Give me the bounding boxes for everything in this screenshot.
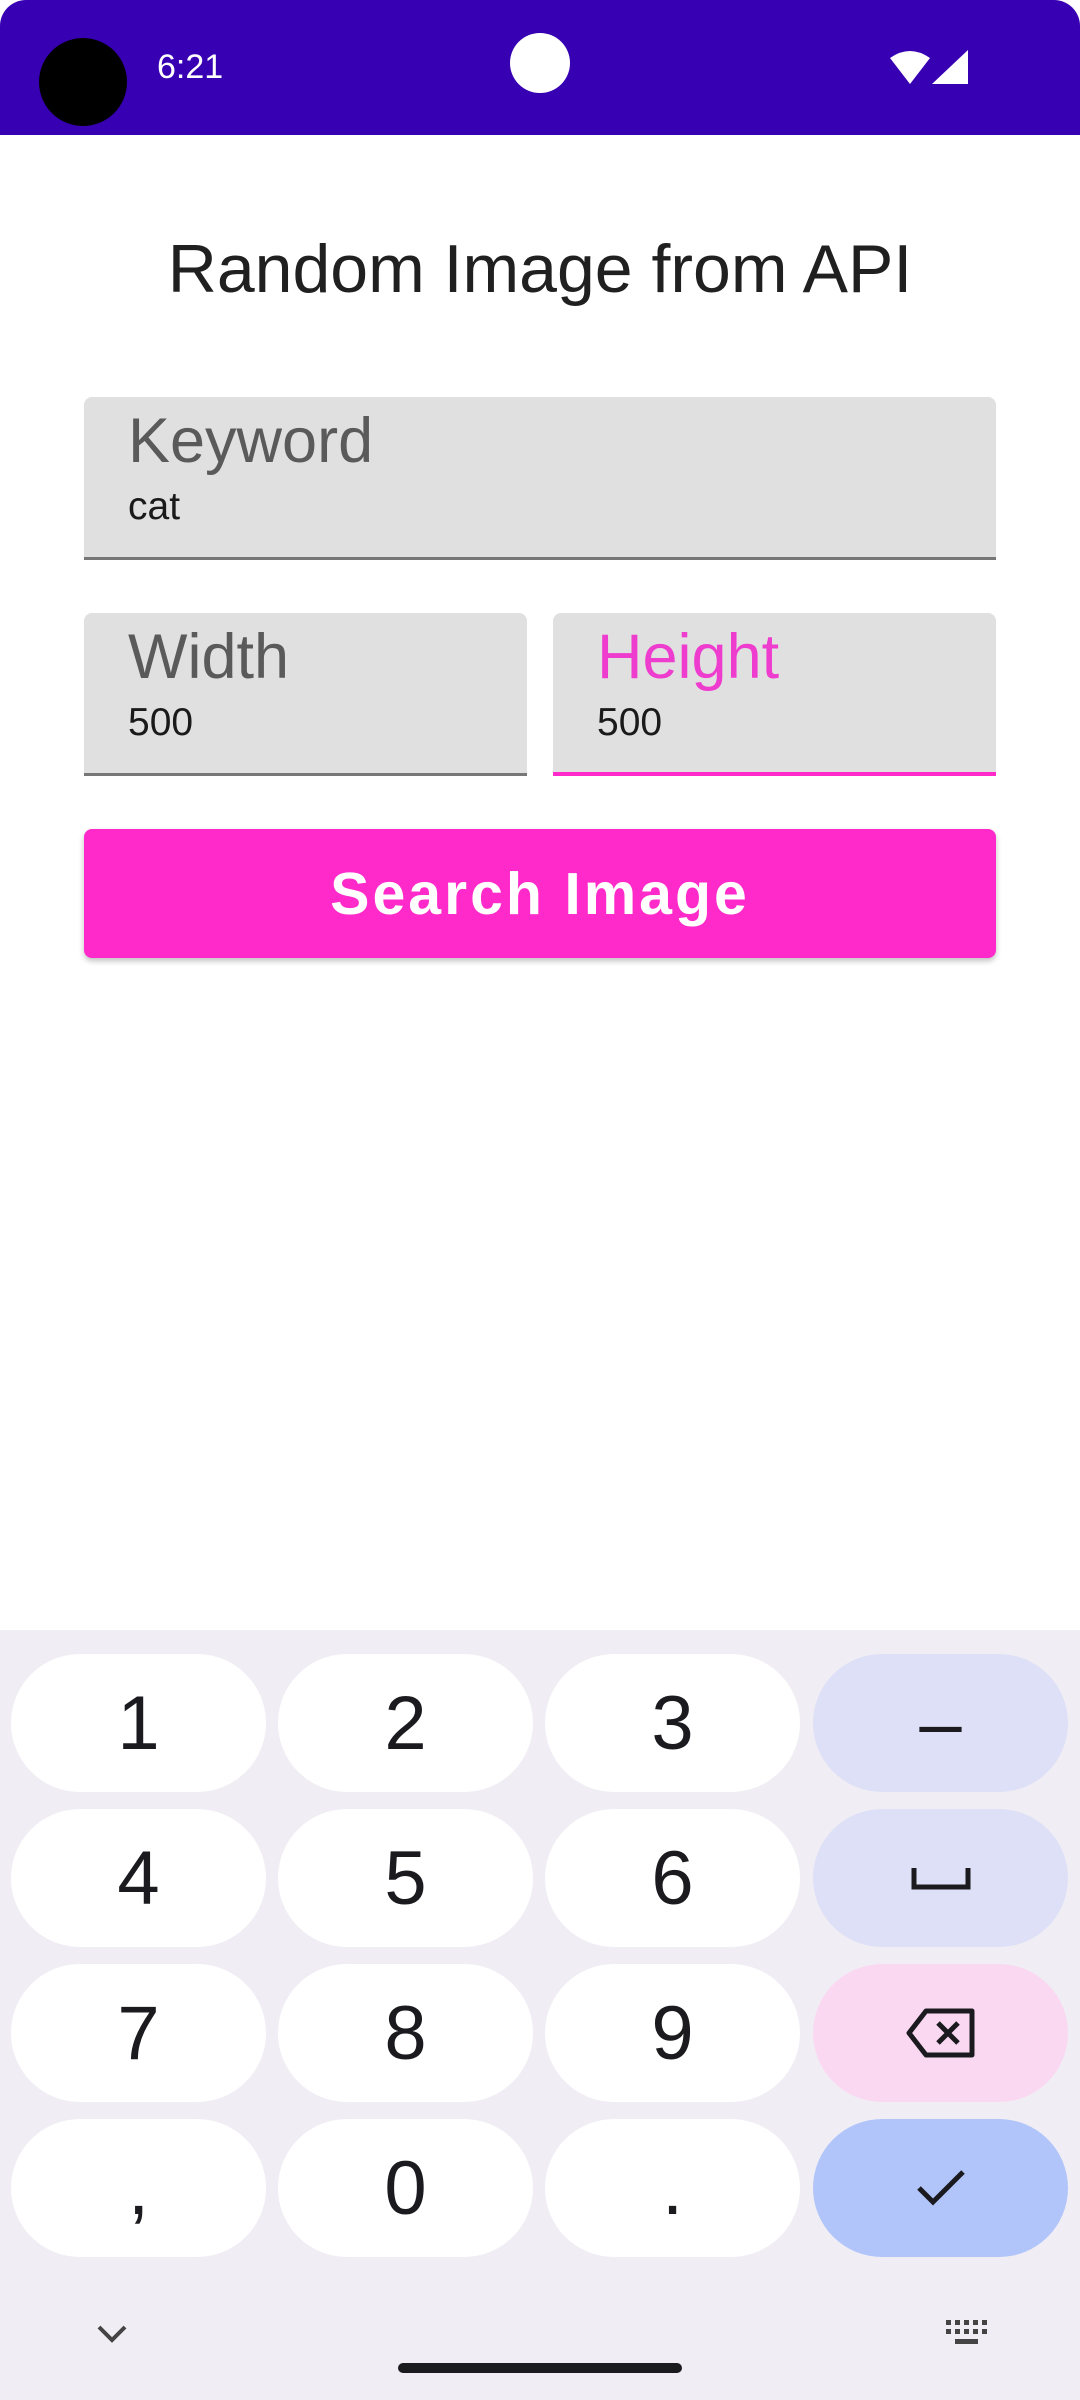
key-7[interactable]: 7 bbox=[11, 1964, 266, 2102]
key-3[interactable]: 3 bbox=[545, 1654, 800, 1792]
wifi-icon bbox=[890, 51, 930, 84]
keyboard-icon[interactable] bbox=[946, 2320, 990, 2348]
check-icon bbox=[916, 2170, 965, 2206]
space-icon bbox=[911, 1868, 970, 1890]
page-title: Random Image from API bbox=[167, 231, 913, 307]
signal-icon bbox=[932, 50, 968, 84]
keyword-input[interactable]: cat bbox=[128, 485, 428, 529]
key-backspace[interactable] bbox=[813, 1964, 1068, 2102]
key-4[interactable]: 4 bbox=[11, 1809, 266, 1947]
key-9[interactable]: 9 bbox=[545, 1964, 800, 2102]
key-comma[interactable]: , bbox=[11, 2119, 266, 2257]
key-2[interactable]: 2 bbox=[278, 1654, 533, 1792]
keyword-label: Keyword bbox=[128, 406, 374, 476]
key-8[interactable]: 8 bbox=[278, 1964, 533, 2102]
keyword-field[interactable]: Keyword cat bbox=[84, 397, 996, 560]
notification-dot-icon bbox=[510, 33, 570, 93]
backspace-icon bbox=[906, 2008, 974, 2058]
chevron-down-icon[interactable] bbox=[96, 2324, 128, 2344]
numeric-keyboard: 1 2 3 – 4 5 6 7 8 9 , 0 . bbox=[0, 1630, 1080, 2400]
home-indicator[interactable] bbox=[398, 2363, 682, 2373]
height-label: Height bbox=[597, 622, 780, 692]
search-image-button[interactable]: Search Image bbox=[84, 829, 996, 958]
width-label: Width bbox=[128, 622, 290, 692]
status-time: 6:21 bbox=[157, 48, 224, 86]
width-input[interactable]: 500 bbox=[128, 701, 428, 745]
height-input[interactable]: 500 bbox=[597, 701, 897, 745]
key-dash[interactable]: – bbox=[813, 1654, 1068, 1792]
camera-cutout bbox=[39, 38, 127, 126]
key-0[interactable]: 0 bbox=[278, 2119, 533, 2257]
key-6[interactable]: 6 bbox=[545, 1809, 800, 1947]
key-enter[interactable] bbox=[813, 2119, 1068, 2257]
key-period[interactable]: . bbox=[545, 2119, 800, 2257]
width-field[interactable]: Width 500 bbox=[84, 613, 527, 776]
key-5[interactable]: 5 bbox=[278, 1809, 533, 1947]
key-1[interactable]: 1 bbox=[11, 1654, 266, 1792]
key-space[interactable] bbox=[813, 1809, 1068, 1947]
status-bar: 6:21 bbox=[0, 0, 1080, 135]
height-field[interactable]: Height 500 bbox=[553, 613, 996, 776]
